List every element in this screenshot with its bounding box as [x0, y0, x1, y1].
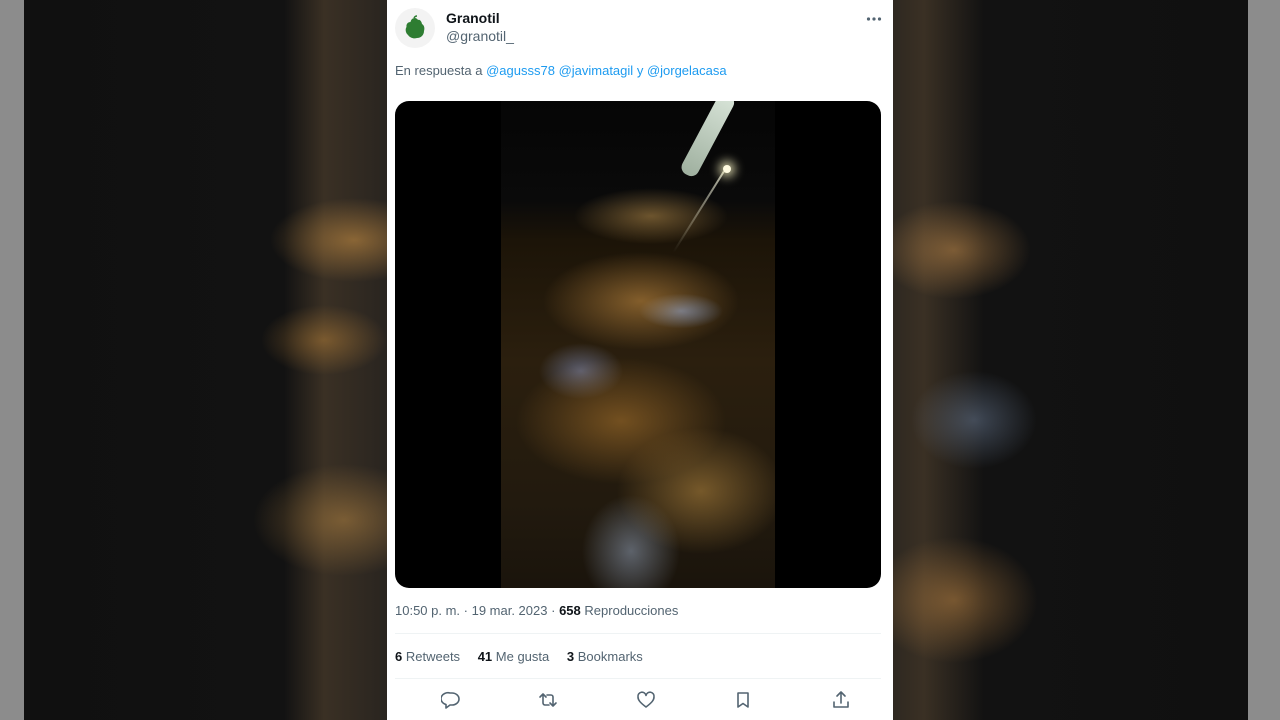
likes-label: Me gusta: [495, 649, 550, 664]
retweet-icon: [539, 693, 557, 707]
timestamp[interactable]: 10:50 p. m. · 19 mar. 2023: [395, 603, 547, 618]
bookmark-icon: [737, 692, 749, 708]
mention-link[interactable]: @javimatagil: [559, 63, 634, 78]
heart-icon: [637, 691, 655, 708]
bookmarks-stat[interactable]: 3 Bookmarks: [567, 649, 643, 664]
reply-icon: [441, 691, 460, 709]
right-frame-bar: [1248, 0, 1280, 720]
views-count: 658: [559, 603, 581, 618]
views-label: Reproducciones: [584, 603, 679, 618]
reply-prefix: En respuesta a: [395, 63, 483, 78]
divider: [395, 678, 881, 679]
likes-count: 41: [477, 649, 493, 664]
tweet-metadata: 10:50 p. m. · 19 mar. 2023 · 658 Reprodu…: [395, 603, 678, 618]
avatar-logo-icon: [405, 15, 425, 39]
bookmark-button[interactable]: [731, 688, 755, 712]
share-button[interactable]: [829, 688, 853, 712]
reply-context: En respuesta a @agusss78 @javimatagil y …: [395, 63, 727, 78]
share-icon: [833, 691, 849, 708]
retweets-stat[interactable]: 6 Retweets: [395, 649, 460, 664]
avatar[interactable]: [395, 8, 435, 48]
engagement-stats: 6 Retweets 41 Me gusta 3 Bookmarks: [395, 649, 657, 664]
divider: [395, 633, 881, 634]
reply-button[interactable]: [439, 688, 463, 712]
reply-conjunction: y: [636, 63, 644, 78]
wing-light: [723, 165, 731, 173]
mention-link[interactable]: @jorgelacasa: [647, 63, 727, 78]
video-player[interactable]: [395, 101, 881, 588]
like-button[interactable]: [634, 688, 658, 712]
more-button[interactable]: [863, 8, 885, 30]
more-dots-icon: [866, 17, 882, 21]
wing-light-beam: [672, 171, 725, 253]
left-frame-bar: [0, 0, 24, 720]
bookmarks-label: Bookmarks: [577, 649, 643, 664]
video-frame: [501, 101, 775, 588]
mention-link[interactable]: @agusss78: [486, 63, 555, 78]
author-handle[interactable]: @granotil_: [446, 28, 514, 44]
tweet-card: Granotil @granotil_ En respuesta a @agus…: [387, 0, 893, 720]
action-bar: [395, 686, 881, 714]
meta-separator: ·: [551, 603, 556, 618]
retweet-button[interactable]: [536, 688, 560, 712]
bookmarks-count: 3: [566, 649, 575, 664]
retweets-label: Retweets: [405, 649, 461, 664]
author-name[interactable]: Granotil: [446, 10, 500, 26]
likes-stat[interactable]: 41 Me gusta: [478, 649, 550, 664]
retweets-count: 6: [395, 649, 403, 664]
